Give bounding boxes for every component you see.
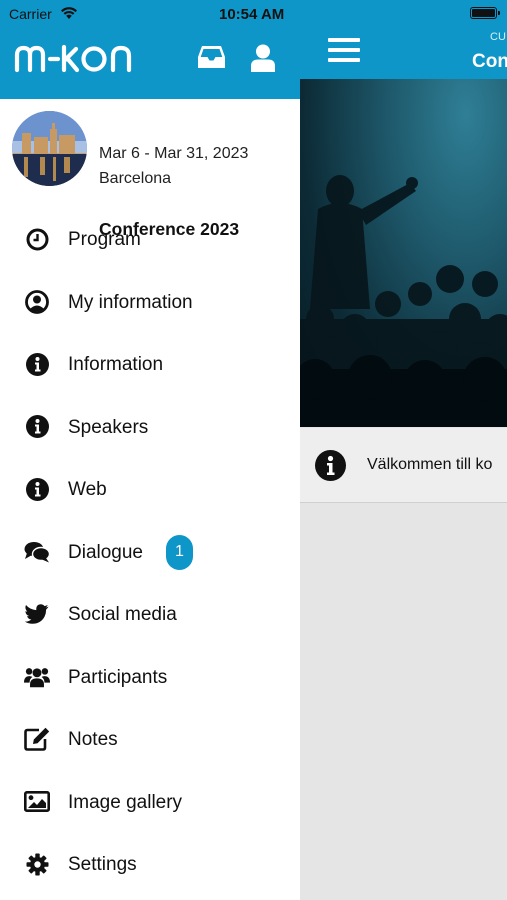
menu-item-label: Image gallery	[68, 791, 183, 813]
menu-item-label: Web	[68, 479, 107, 500]
drawer-menu: Program My information Information Speak…	[0, 208, 300, 896]
menu-item-settings[interactable]: Settings	[0, 833, 300, 896]
wifi-icon	[61, 7, 77, 19]
clock-label: 10:54 AM	[219, 6, 285, 23]
welcome-message-row[interactable]: Välkommen till ko	[300, 428, 507, 503]
menu-item-speakers[interactable]: Speakers	[0, 396, 300, 459]
menu-item-label: Information	[68, 354, 164, 375]
menu-item-label: Notes	[68, 729, 118, 750]
menu-item-label: Social media	[68, 604, 177, 625]
info-icon	[24, 352, 50, 376]
unread-count-badge: 1	[166, 534, 193, 570]
group-icon	[24, 665, 50, 689]
menu-item-participants[interactable]: Participants	[0, 646, 300, 709]
hamburger-menu-icon[interactable]	[328, 38, 360, 66]
menu-item-dialogue[interactable]: Dialogue 1	[0, 521, 300, 584]
edit-note-icon	[24, 727, 50, 751]
user-profile-icon[interactable]	[251, 44, 275, 72]
hero-image	[300, 79, 507, 427]
menu-item-notes[interactable]: Notes	[0, 708, 300, 771]
main-content: CU Con Välkommen till ko	[300, 0, 507, 900]
menu-item-label: My information	[68, 291, 193, 313]
main-header: CU Con	[300, 0, 507, 79]
inbox-icon[interactable]	[197, 44, 226, 70]
gear-icon	[24, 852, 50, 876]
carrier-label: Carrier	[9, 6, 52, 22]
navigation-drawer: Carrier 10:54 AM Conference 2023 Mar 6 -…	[0, 0, 300, 900]
clock-icon	[24, 227, 50, 251]
drawer-header: Carrier 10:54 AM	[0, 0, 300, 99]
user-circle-icon	[24, 289, 50, 314]
info-icon	[24, 477, 50, 501]
menu-item-web[interactable]: Web	[0, 458, 300, 521]
menu-item-information[interactable]: Information	[0, 333, 300, 396]
chat-bubbles-icon	[24, 540, 50, 564]
event-thumbnail	[12, 111, 87, 186]
menu-item-image-gallery[interactable]: Image gallery	[0, 771, 300, 834]
header-subtitle: CU	[490, 31, 506, 43]
info-icon	[24, 415, 50, 439]
menu-item-social-media[interactable]: Social media	[0, 583, 300, 646]
menu-item-my-information[interactable]: My information	[0, 271, 300, 334]
welcome-text: Välkommen till ko	[367, 456, 493, 473]
twitter-bird-icon	[24, 602, 50, 626]
menu-item-label: Settings	[68, 854, 137, 875]
header-title: Con	[472, 51, 507, 72]
menu-item-label: Program	[68, 229, 141, 250]
info-icon	[315, 450, 346, 481]
event-location: Barcelona	[99, 170, 172, 187]
menu-item-label: Speakers	[68, 416, 149, 438]
battery-icon	[470, 7, 500, 19]
menu-item-label: Dialogue	[68, 541, 143, 563]
mkon-logo	[14, 44, 132, 73]
menu-item-program[interactable]: Program	[0, 208, 300, 271]
menu-item-label: Participants	[68, 666, 168, 688]
event-dates: Mar 6 - Mar 31, 2023	[99, 145, 249, 162]
event-card[interactable]: Conference 2023 Mar 6 - Mar 31, 2023 Bar…	[0, 99, 300, 239]
image-icon	[24, 790, 50, 814]
